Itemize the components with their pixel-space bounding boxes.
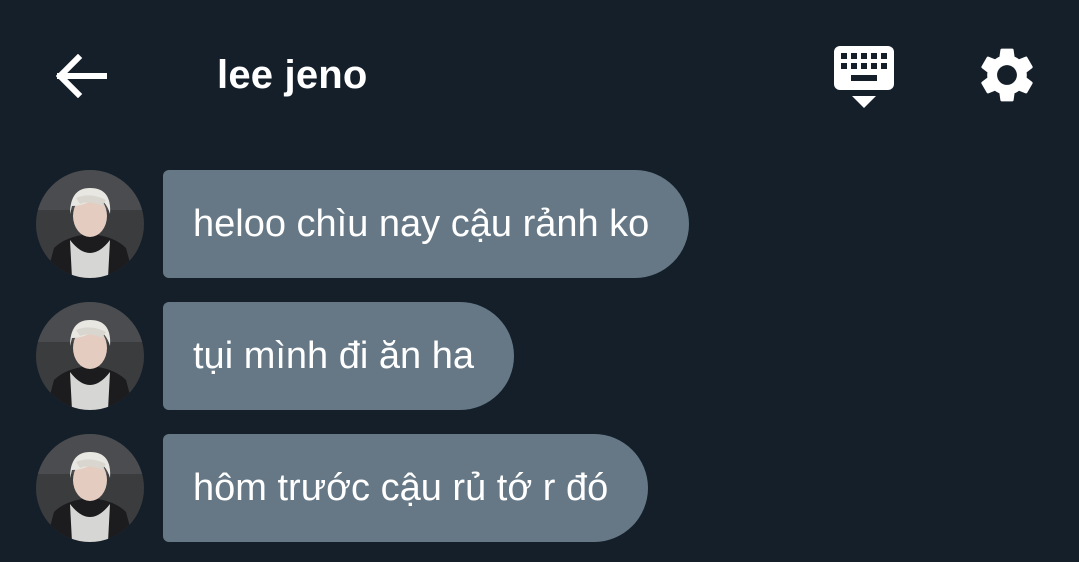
- avatar[interactable]: [36, 434, 144, 542]
- message-text: hôm trước cậu rủ tớ r đó: [193, 467, 609, 509]
- chat-screen: lee jeno heloo chìu nay cậu rảnh ko tụi …: [0, 0, 1079, 562]
- message-bubble[interactable]: tụi mình đi ăn ha: [163, 302, 514, 410]
- message-list: heloo chìu nay cậu rảnh ko tụi mình đi ă…: [0, 0, 1079, 562]
- message-bubble[interactable]: heloo chìu nay cậu rảnh ko: [163, 170, 690, 278]
- avatar-image: [36, 434, 144, 542]
- avatar-image: [36, 302, 144, 410]
- message-text: heloo chìu nay cậu rảnh ko: [193, 203, 650, 245]
- avatar-image: [36, 170, 144, 278]
- message-bubble[interactable]: hôm trước cậu rủ tớ r đó: [163, 434, 649, 542]
- avatar[interactable]: [36, 170, 144, 278]
- avatar[interactable]: [36, 302, 144, 410]
- message-text: tụi mình đi ăn ha: [193, 335, 474, 377]
